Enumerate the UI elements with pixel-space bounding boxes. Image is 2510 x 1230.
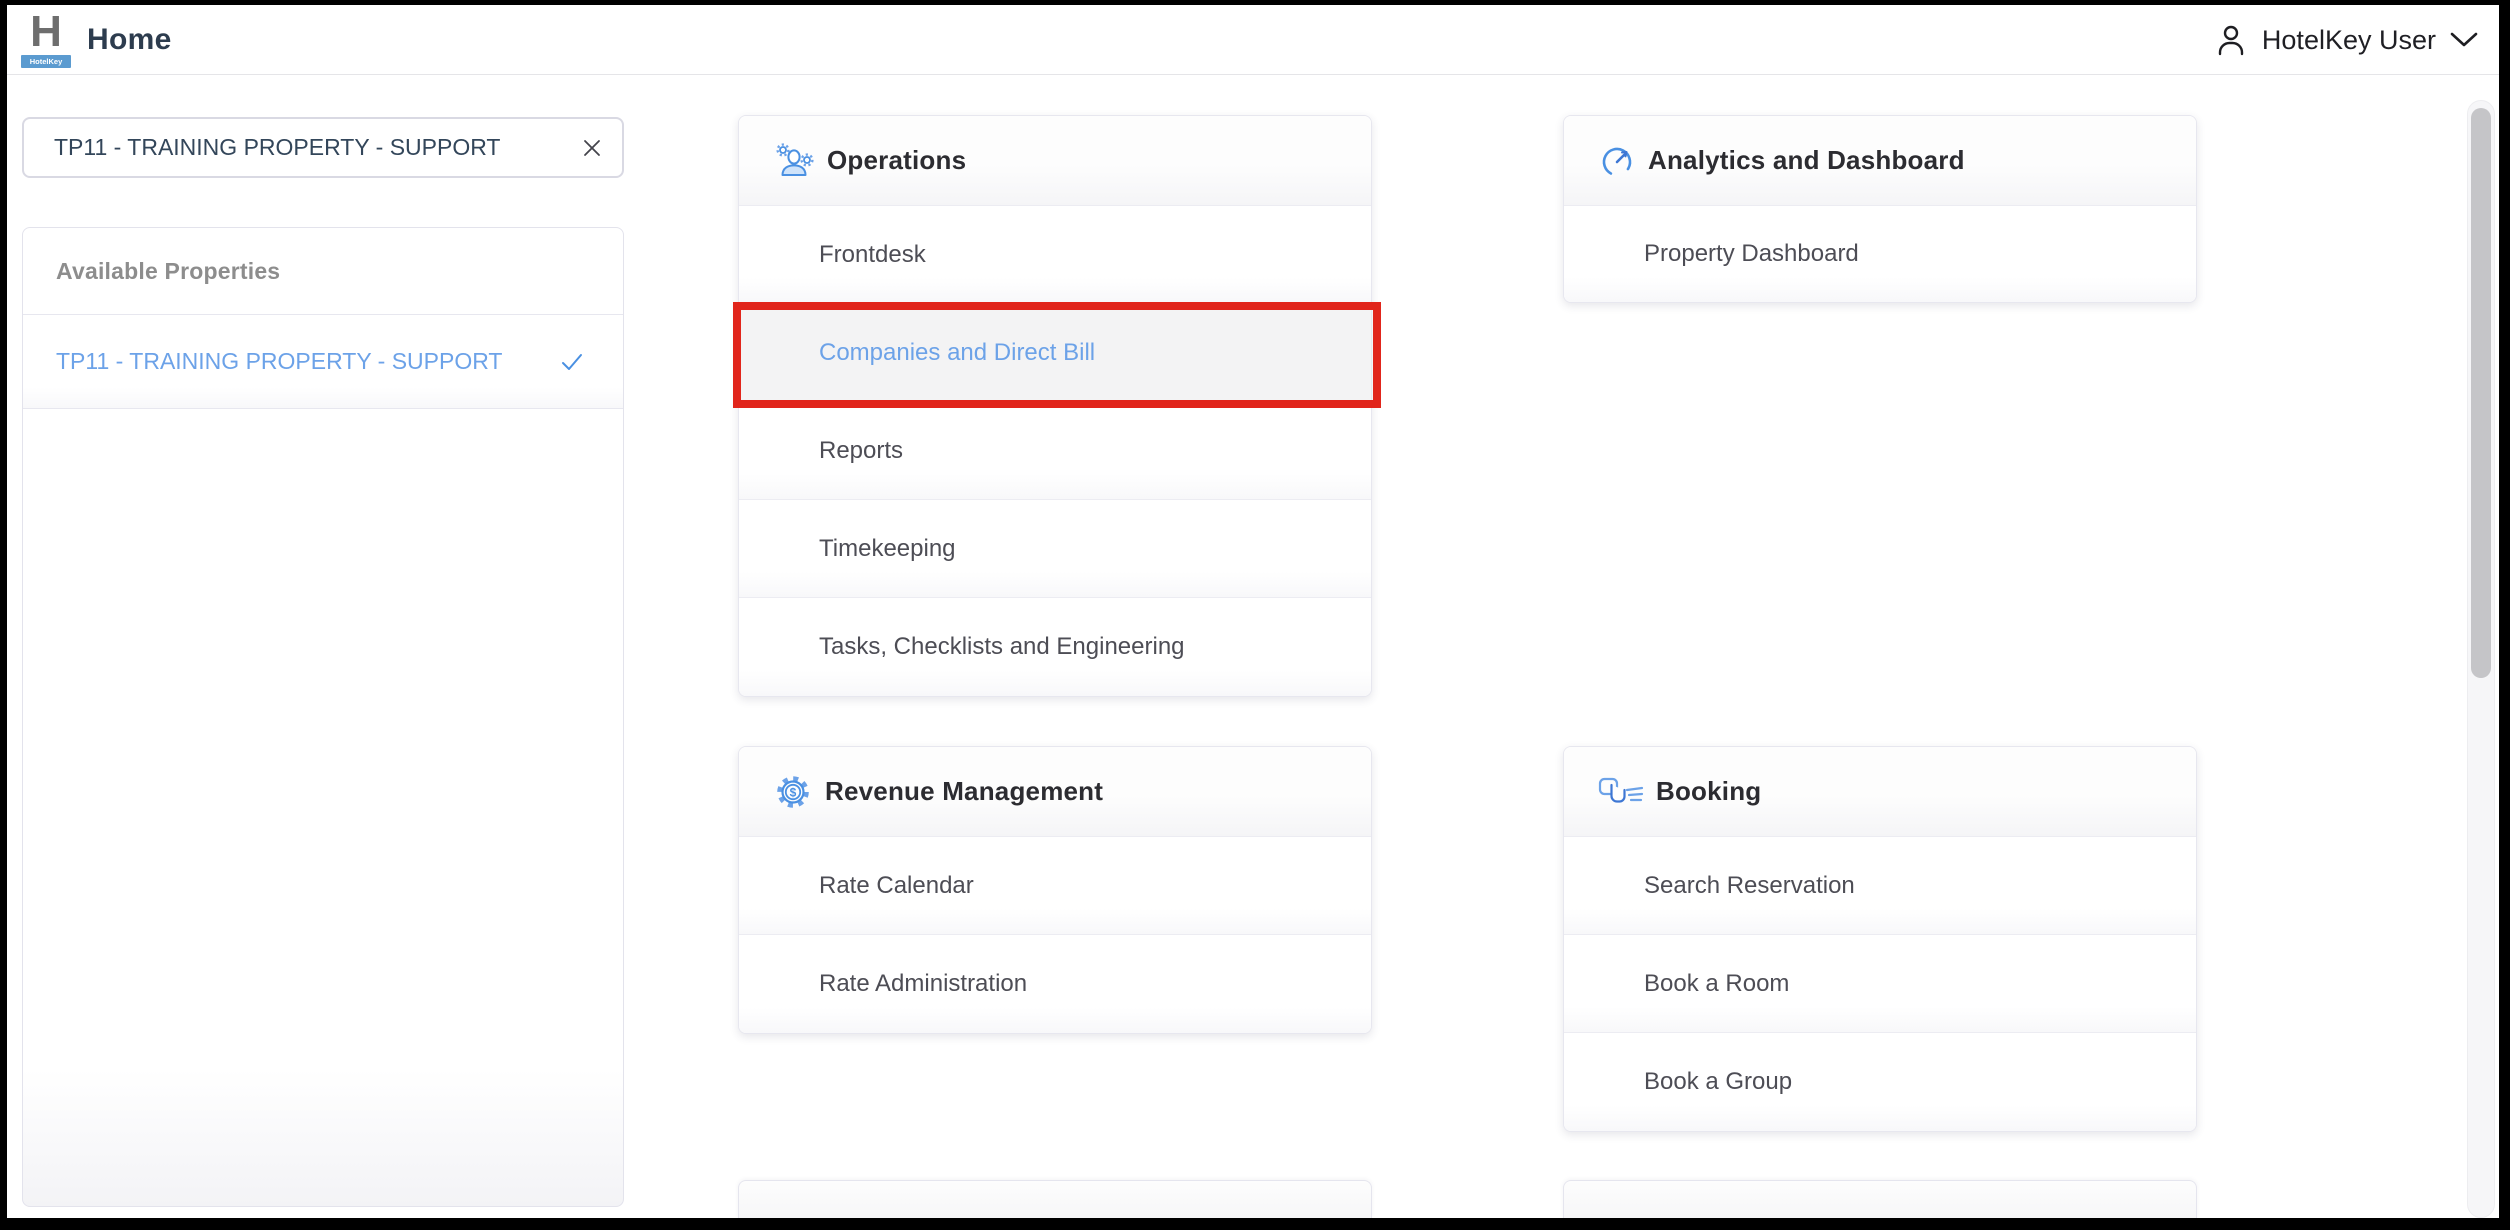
menu-item-rate-calendar[interactable]: Rate Calendar [739, 837, 1371, 935]
available-properties-panel: Available Properties TP11 - TRAINING PRO… [22, 227, 624, 1207]
property-search-box [22, 117, 624, 178]
logo-letter: H [21, 10, 71, 54]
menu-item-rate-administration[interactable]: Rate Administration [739, 935, 1371, 1033]
card-title: Revenue Management [825, 776, 1103, 807]
card-revenue-management: $ Revenue Management Rate Calendar Rate … [738, 746, 1372, 1034]
top-bar: H HotelKey Home HotelKey User [7, 5, 2499, 75]
available-properties-title: Available Properties [23, 228, 623, 315]
card-title: Booking [1656, 776, 1761, 807]
menu-item-search-reservation[interactable]: Search Reservation [1564, 837, 2196, 935]
app-window: H HotelKey Home HotelKey User [7, 5, 2499, 1218]
gear-dollar-icon: $ [773, 772, 813, 812]
card-title: Analytics and Dashboard [1648, 145, 1965, 176]
menu-item-property-dashboard[interactable]: Property Dashboard [1564, 206, 2196, 302]
gauge-icon [1598, 142, 1636, 180]
menu-item-frontdesk[interactable]: Frontdesk [739, 206, 1371, 304]
property-name: TP11 - TRAINING PROPERTY - SUPPORT [56, 348, 502, 375]
partial-card [1563, 1180, 2197, 1218]
card-booking-header: Booking [1564, 747, 2196, 837]
menu-item-tasks-checklists-engineering[interactable]: Tasks, Checklists and Engineering [739, 598, 1371, 696]
page-title: Home [87, 5, 172, 75]
menu-item-timekeeping[interactable]: Timekeeping [739, 500, 1371, 598]
hotelkey-logo[interactable]: H HotelKey [21, 10, 71, 68]
menu-item-book-a-group[interactable]: Book a Group [1564, 1033, 2196, 1131]
scrollbar-thumb[interactable] [2471, 108, 2491, 678]
partial-card [738, 1180, 1372, 1218]
person-icon [2214, 23, 2248, 57]
property-list-item[interactable]: TP11 - TRAINING PROPERTY - SUPPORT [23, 315, 623, 409]
card-operations: Operations Frontdesk Companies and Direc… [738, 115, 1372, 697]
card-revenue-header: $ Revenue Management [739, 747, 1371, 837]
svg-text:$: $ [790, 785, 797, 799]
card-booking: Booking Search Reservation Book a Room B… [1563, 746, 2197, 1132]
card-analytics-and-dashboard: Analytics and Dashboard Property Dashboa… [1563, 115, 2197, 303]
property-search-input[interactable] [24, 134, 562, 161]
scrollbar-track[interactable] [2467, 100, 2495, 1218]
card-analytics-header: Analytics and Dashboard [1564, 116, 2196, 206]
menu-item-companies-and-direct-bill[interactable]: Companies and Direct Bill [739, 304, 1371, 402]
check-icon [561, 353, 583, 371]
chevron-down-icon [2450, 32, 2478, 48]
user-menu[interactable]: HotelKey User [2214, 5, 2478, 75]
screenshot-frame: H HotelKey Home HotelKey User [0, 0, 2510, 1230]
person-gears-icon [773, 142, 815, 180]
click-hand-icon [1598, 773, 1644, 811]
card-title: Operations [827, 145, 966, 176]
card-operations-header: Operations [739, 116, 1371, 206]
menu-item-book-a-room[interactable]: Book a Room [1564, 935, 2196, 1033]
close-icon[interactable] [562, 119, 622, 176]
menu-item-reports[interactable]: Reports [739, 402, 1371, 500]
logo-banner: HotelKey [21, 55, 71, 68]
user-name: HotelKey User [2262, 25, 2436, 56]
